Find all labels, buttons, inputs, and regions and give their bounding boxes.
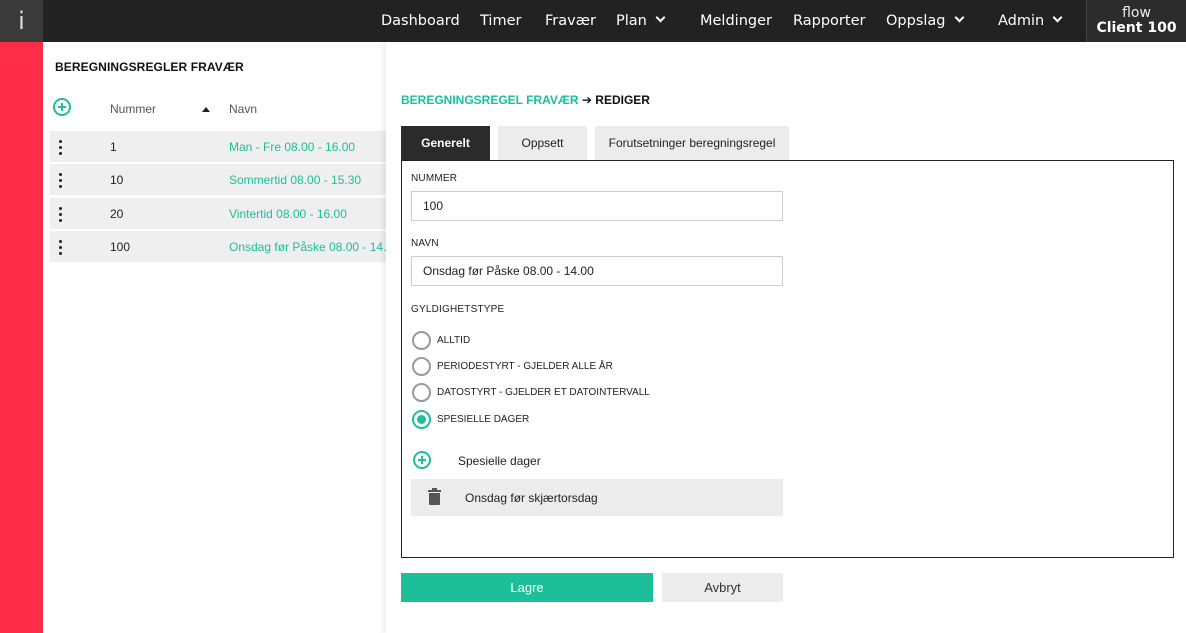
radio-button-selected[interactable] bbox=[412, 410, 431, 429]
nav-dashboard[interactable]: Dashboard bbox=[381, 0, 460, 42]
nav-rapporter[interactable]: Rapporter bbox=[793, 0, 865, 42]
row-name-link[interactable]: Vintertid 08.00 - 16.00 bbox=[229, 207, 347, 221]
row-number: 100 bbox=[110, 240, 131, 254]
table-row[interactable]: 100 Onsdag før Påske 08.00 - 14.00 bbox=[50, 231, 386, 262]
radio-label: ALLTID bbox=[437, 335, 471, 346]
top-navigation-bar: i Dashboard Timer Fravær Plan Meldinger … bbox=[0, 0, 1186, 42]
radio-button[interactable] bbox=[412, 383, 431, 402]
trash-icon[interactable] bbox=[428, 488, 441, 505]
special-days-label: Spesielle dager bbox=[458, 454, 541, 468]
column-header-number[interactable]: Nummer bbox=[110, 102, 156, 116]
nav-oppslag-label: Oppslag bbox=[886, 13, 946, 29]
nav-meldinger[interactable]: Meldinger bbox=[700, 0, 772, 42]
kebab-menu-icon[interactable] bbox=[59, 173, 63, 188]
row-number: 1 bbox=[110, 140, 117, 154]
chevron-down-icon bbox=[655, 12, 666, 23]
nav-admin-label: Admin bbox=[998, 13, 1045, 29]
kebab-menu-icon[interactable] bbox=[59, 207, 63, 222]
row-number: 20 bbox=[110, 207, 124, 221]
table-row[interactable]: 20 Vintertid 08.00 - 16.00 bbox=[50, 198, 386, 229]
nav-timer[interactable]: Timer bbox=[480, 0, 521, 42]
breadcrumb: BEREGNINGSREGEL FRAVÆR ➔ REDIGER bbox=[401, 93, 650, 107]
nav-plan-label: Plan bbox=[616, 13, 647, 29]
nummer-label: NUMMER bbox=[411, 173, 458, 184]
list-title: BEREGNINGSREGLER FRAVÆR bbox=[55, 60, 244, 74]
radio-label: SPESIELLE DAGER bbox=[437, 414, 530, 425]
radio-button[interactable] bbox=[412, 331, 431, 350]
client-name: Client 100 bbox=[1096, 20, 1177, 36]
radio-button[interactable] bbox=[412, 357, 431, 376]
column-header-name[interactable]: Navn bbox=[229, 102, 257, 116]
navn-label: NAVN bbox=[411, 238, 439, 249]
tab-forutsetninger[interactable]: Forutsetninger beregningsregel bbox=[595, 126, 789, 160]
tab-oppsett[interactable]: Oppsett bbox=[498, 126, 587, 160]
tab-generelt[interactable]: Generelt bbox=[401, 126, 490, 160]
add-rule-icon[interactable] bbox=[53, 98, 71, 116]
row-name-link[interactable]: Sommertid 08.00 - 15.30 bbox=[229, 173, 361, 187]
table-row[interactable]: 10 Sommertid 08.00 - 15.30 bbox=[50, 164, 386, 195]
gyldighetstype-label: GYLDIGHETSTYPE bbox=[411, 304, 505, 315]
row-name-link[interactable]: Onsdag før Påske 08.00 - 14.00 bbox=[229, 240, 386, 254]
table-row[interactable]: 1 Man - Fre 08.00 - 16.00 bbox=[50, 131, 386, 162]
kebab-menu-icon[interactable] bbox=[59, 140, 63, 155]
chevron-down-icon bbox=[1052, 12, 1063, 23]
row-number: 10 bbox=[110, 173, 124, 187]
special-day-item: Onsdag før skjærtorsdag bbox=[411, 479, 783, 516]
sidebar-strip bbox=[0, 42, 43, 633]
breadcrumb-current: ➔ REDIGER bbox=[578, 93, 650, 107]
nummer-field[interactable] bbox=[411, 191, 783, 221]
nav-plan[interactable]: Plan bbox=[616, 0, 666, 42]
kebab-menu-icon[interactable] bbox=[59, 240, 63, 255]
app-logo[interactable]: i bbox=[0, 0, 43, 42]
form-generelt: NUMMER NAVN GYLDIGHETSTYPE ALLTID PERIOD… bbox=[401, 160, 1174, 558]
radio-label: PERIODESTYRT - GJELDER ALLE ÅR bbox=[437, 361, 613, 372]
row-name-link[interactable]: Man - Fre 08.00 - 16.00 bbox=[229, 140, 355, 154]
special-day-name: Onsdag før skjærtorsdag bbox=[465, 491, 598, 505]
chevron-down-icon bbox=[954, 12, 964, 23]
nav-oppslag[interactable]: Oppslag bbox=[886, 0, 964, 42]
edit-panel: BEREGNINGSREGEL FRAVÆR ➔ REDIGER Generel… bbox=[386, 42, 1186, 633]
client-product: flow bbox=[1122, 5, 1151, 21]
nav-admin[interactable]: Admin bbox=[998, 0, 1063, 42]
navn-field[interactable] bbox=[411, 256, 783, 286]
radio-label: DATOSTYRT - GJELDER ET DATOINTERVALL bbox=[437, 387, 650, 398]
nav-fravaer[interactable]: Fravær bbox=[545, 0, 596, 42]
sort-ascending-icon[interactable] bbox=[202, 107, 210, 112]
client-selector[interactable]: flow Client 100 bbox=[1086, 0, 1186, 42]
save-button[interactable]: Lagre bbox=[401, 573, 653, 602]
breadcrumb-parent[interactable]: BEREGNINGSREGEL FRAVÆR bbox=[401, 93, 579, 107]
cancel-button[interactable]: Avbryt bbox=[662, 573, 783, 602]
add-special-day-icon[interactable] bbox=[413, 451, 431, 469]
